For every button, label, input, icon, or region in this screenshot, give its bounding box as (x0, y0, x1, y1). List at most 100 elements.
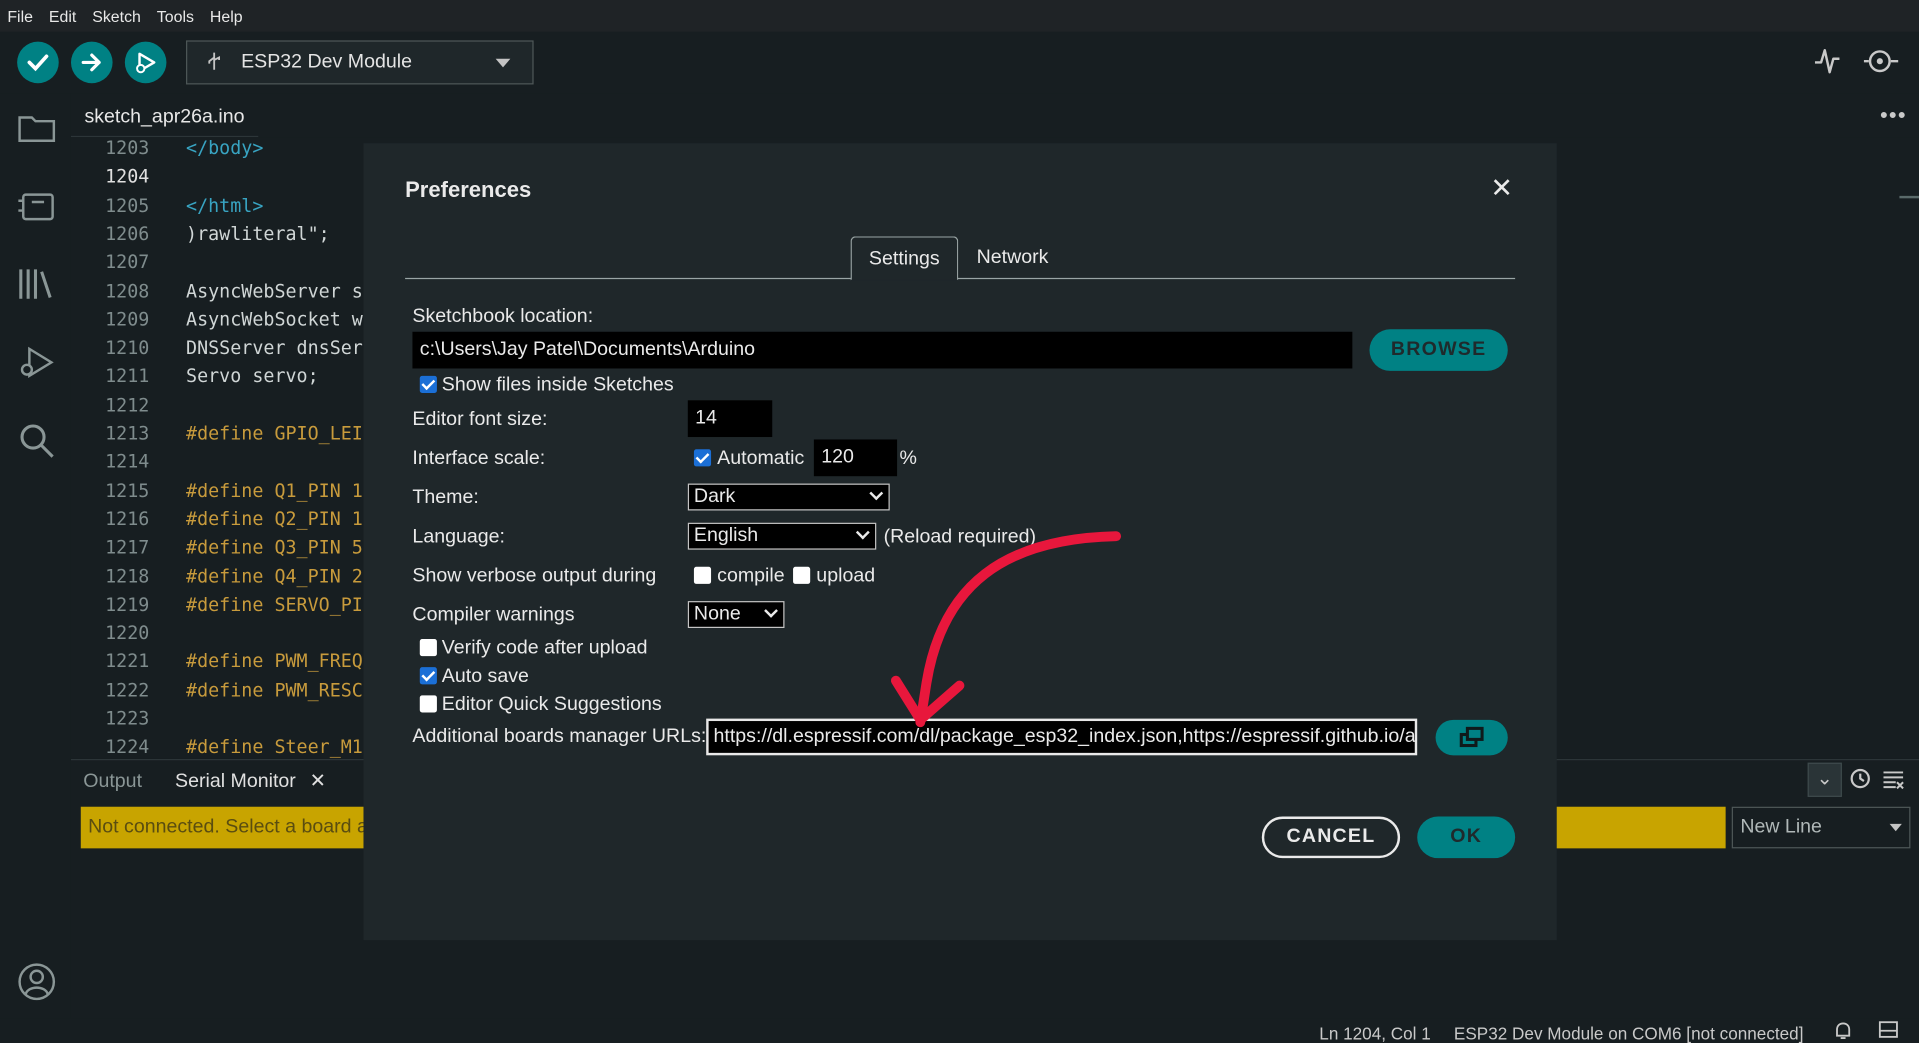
line-number: 1210 (105, 336, 150, 359)
search-icon[interactable] (17, 421, 56, 460)
boards-urls-field[interactable]: https://dl.espressif.com/dl/package_esp3… (706, 718, 1418, 756)
upload-checkbox[interactable] (793, 566, 811, 584)
edit-urls-button[interactable] (1435, 719, 1508, 756)
line-number: 1215 (105, 479, 150, 502)
line-ending-value: New Line (1740, 816, 1822, 838)
serial-monitor-icon[interactable] (1863, 47, 1900, 83)
code-text: AsyncWebSocket w (186, 308, 363, 331)
chevron-down-icon (1889, 823, 1902, 832)
autosave-checkbox[interactable] (419, 667, 437, 685)
debug-button[interactable] (124, 41, 167, 84)
tab-serial-monitor[interactable]: Serial Monitor (175, 770, 296, 794)
debug-icon (136, 52, 156, 74)
close-icon[interactable]: ✕ (1489, 174, 1513, 202)
chevron-down-icon (764, 603, 778, 618)
verify-button[interactable] (17, 41, 59, 84)
ok-button[interactable]: OK (1417, 816, 1516, 859)
theme-value: Dark (693, 485, 736, 507)
menu-bar: File Edit Sketch Tools Help (0, 0, 1919, 32)
editor-tab-bar: sketch_apr26a.ino ••• (70, 93, 1919, 138)
warnings-value: None (693, 603, 741, 625)
line-number: 1208 (105, 279, 150, 302)
line-ending-select[interactable]: New Line (1731, 806, 1911, 849)
reload-note: (Reload required) (883, 526, 1037, 548)
clear-output-icon[interactable] (1882, 768, 1904, 796)
warnings-select[interactable]: None (687, 601, 785, 629)
compile-checkbox[interactable] (693, 566, 712, 584)
theme-select[interactable]: Dark (687, 483, 890, 511)
boards-manager-icon[interactable] (17, 186, 56, 225)
dialog-title: Preferences (405, 177, 532, 202)
upload-button[interactable] (70, 41, 113, 84)
debug-sidebar-icon[interactable] (17, 343, 56, 382)
line-number: 1205 (105, 194, 150, 217)
verbose-label: Show verbose output during (412, 565, 657, 587)
code-text: )rawliteral"; (186, 222, 330, 245)
status-bar: Ln 1204, Col 1 ESP32 Dev Module on COM6 … (0, 1018, 1919, 1043)
minimap-marker (1899, 195, 1919, 199)
copy-window-icon (1459, 726, 1484, 748)
line-number: 1209 (105, 308, 150, 331)
arrow-right-icon (81, 53, 101, 72)
code-text: #define Q2_PIN 1 (186, 507, 363, 530)
autoscroll-icon[interactable]: ⌄ (1807, 762, 1842, 797)
board-status[interactable]: ESP32 Dev Module on COM6 [not connected] (1454, 1023, 1804, 1043)
line-number: 1219 (105, 593, 150, 616)
code-text: #define Q1_PIN 1 (186, 479, 363, 502)
language-value: English (693, 525, 759, 546)
browse-button[interactable]: BROWSE (1369, 329, 1508, 371)
sketchbook-path-field[interactable]: c:\Users\Jay Patel\Documents\Arduino (412, 331, 1353, 369)
code-text: #define GPIO_LEI (186, 422, 363, 445)
menu-help[interactable]: Help (210, 7, 243, 25)
line-number: 1221 (105, 650, 150, 673)
chevron-down-icon (869, 486, 884, 501)
folder-icon[interactable] (17, 108, 56, 147)
line-number: 1204 (105, 165, 150, 188)
chevron-down-icon (495, 58, 511, 68)
cursor-position[interactable]: Ln 1204, Col 1 (1319, 1023, 1430, 1043)
tab-output[interactable]: Output (83, 770, 142, 794)
check-icon (27, 54, 49, 72)
language-label: Language: (412, 526, 506, 548)
menu-edit[interactable]: Edit (49, 7, 76, 25)
verify-checkbox[interactable] (419, 639, 437, 657)
scale-value-field[interactable]: 120 (813, 439, 898, 477)
compile-label: compile (717, 565, 785, 587)
panel-toggle-icon[interactable] (1878, 1021, 1899, 1042)
line-number: 1220 (105, 621, 150, 645)
menu-tools[interactable]: Tools (157, 7, 194, 25)
show-files-checkbox[interactable] (419, 375, 437, 393)
board-selector[interactable]: ESP32 Dev Module (186, 40, 534, 85)
verify-label: Verify code after upload (441, 637, 648, 659)
serial-plotter-icon[interactable] (1814, 47, 1841, 83)
more-options-icon[interactable]: ••• (1880, 103, 1907, 129)
file-tab[interactable]: sketch_apr26a.ino (70, 98, 258, 138)
account-icon[interactable] (17, 962, 56, 1001)
timestamp-icon[interactable] (1849, 768, 1871, 796)
warnings-label: Compiler warnings (412, 604, 575, 626)
line-number: 1214 (105, 450, 150, 473)
code-text: #define Steer_M1 (186, 736, 363, 759)
close-icon[interactable]: ✕ (310, 770, 326, 794)
show-files-label: Show files inside Sketches (441, 374, 674, 396)
language-select[interactable]: English (687, 522, 877, 550)
cancel-button[interactable]: CANCEL (1261, 816, 1401, 859)
theme-label: Theme: (412, 487, 479, 509)
line-number: 1218 (105, 564, 150, 587)
menu-file[interactable]: File (7, 7, 33, 25)
quick-suggestions-checkbox[interactable] (419, 695, 437, 713)
scale-automatic-checkbox[interactable] (693, 449, 712, 467)
code-text: </html> (186, 194, 264, 217)
font-size-field[interactable]: 14 (687, 400, 773, 438)
library-manager-icon[interactable] (17, 264, 56, 303)
quick-suggestions-label: Editor Quick Suggestions (441, 694, 662, 715)
usb-icon (207, 51, 224, 74)
menu-sketch[interactable]: Sketch (92, 7, 141, 25)
bell-icon[interactable] (1835, 1021, 1852, 1043)
line-number: 1224 (105, 736, 150, 759)
tab-settings[interactable]: Settings (850, 236, 959, 281)
line-number: 1223 (105, 707, 150, 730)
code-text: #define SERVO_PI (186, 593, 363, 616)
line-number: 1212 (105, 393, 150, 416)
tab-network[interactable]: Network (959, 236, 1065, 280)
